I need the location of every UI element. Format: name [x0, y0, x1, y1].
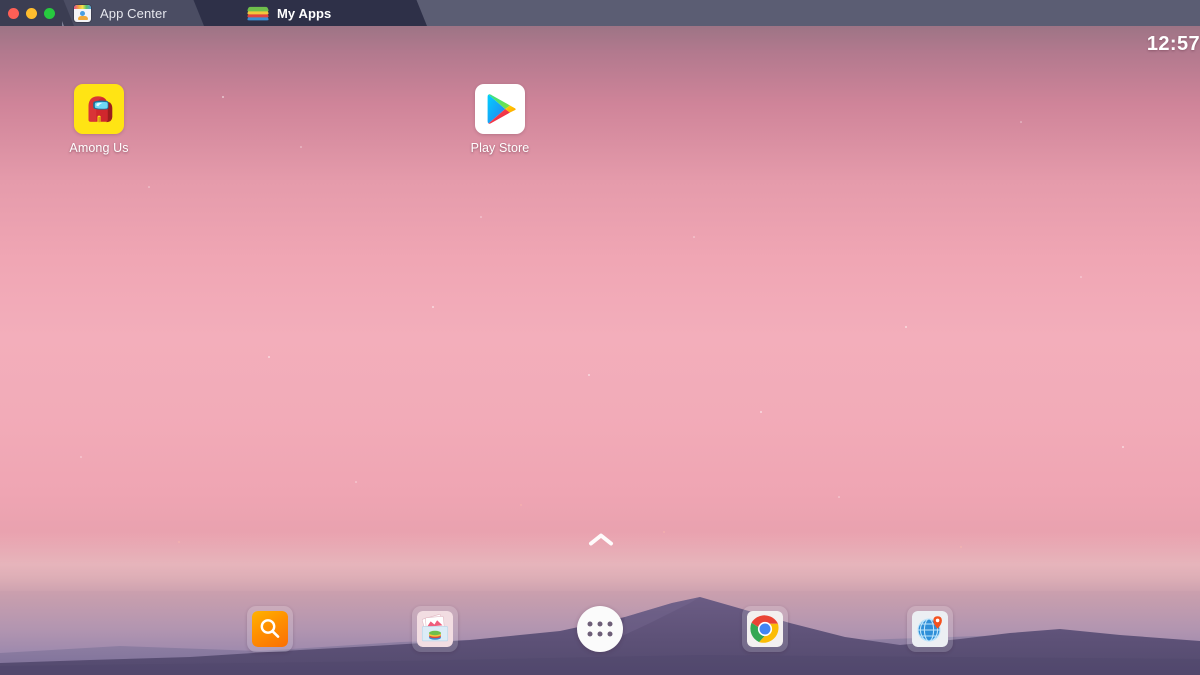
minimize-button[interactable] [26, 7, 37, 19]
title-bar: App Center My Apps [0, 0, 1200, 26]
chrome-icon [747, 611, 783, 647]
dock-item-app-drawer[interactable] [577, 606, 623, 652]
window-controls [0, 0, 62, 26]
dock [0, 601, 1200, 657]
media-manager-icon [417, 611, 453, 647]
among-us-icon [74, 84, 124, 134]
dock-item-media-manager[interactable] [412, 606, 458, 652]
app-label-play-store: Play Store [470, 141, 530, 155]
tab-my-apps-content[interactable]: My Apps [247, 0, 332, 26]
app-center-icon [74, 4, 91, 22]
app-icon-among-us[interactable]: Among Us [44, 84, 154, 155]
dock-item-search[interactable] [247, 606, 293, 652]
dock-item-chrome[interactable] [742, 606, 788, 652]
bluestacks-window: App Center My Apps 12:57 Among Us Play S… [0, 0, 1200, 675]
tab-app-center-content[interactable]: App Center [74, 0, 167, 26]
app-label-among-us: Among Us [69, 141, 129, 155]
status-clock: 12:57 [1146, 33, 1200, 55]
close-button[interactable] [8, 7, 19, 19]
bluestacks-layers-icon [247, 5, 269, 22]
globe-pin-icon [912, 611, 948, 647]
maximize-button[interactable] [44, 7, 55, 19]
chevron-up-icon[interactable] [588, 530, 614, 548]
app-icon-play-store[interactable]: Play Store [445, 84, 555, 155]
desktop-wallpaper[interactable] [0, 26, 1200, 675]
app-drawer-icon[interactable] [577, 606, 623, 652]
dock-item-browser[interactable] [907, 606, 953, 652]
play-store-icon [475, 84, 525, 134]
tab-app-center-label: App Center [100, 5, 167, 21]
search-icon [252, 611, 288, 647]
tab-my-apps-label: My Apps [277, 5, 332, 21]
